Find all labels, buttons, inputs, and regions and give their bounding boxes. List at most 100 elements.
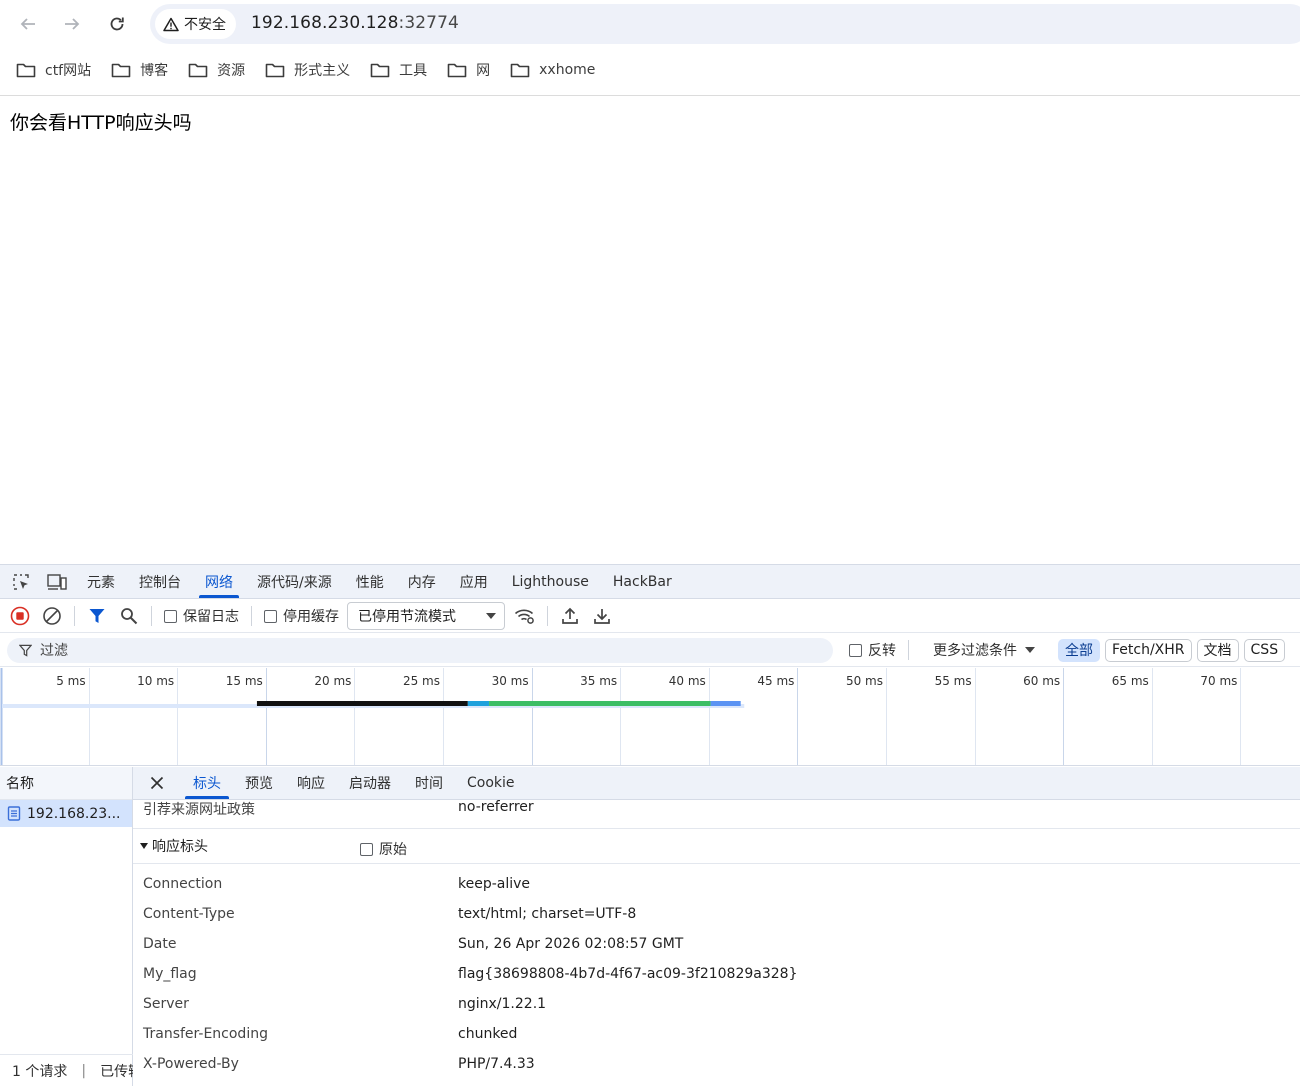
devtools-tab[interactable]: 内存	[396, 565, 448, 599]
folder-icon	[265, 63, 285, 78]
devtools-tab[interactable]: 源代码/来源	[245, 565, 344, 599]
raw-headers-checkbox[interactable]: 原始	[360, 839, 407, 859]
resource-type-filter[interactable]: 文档	[1196, 638, 1239, 662]
tick-label: 10 ms	[137, 674, 174, 688]
filter-toggle-button[interactable]	[81, 600, 113, 632]
stop-recording-button[interactable]	[4, 600, 36, 632]
search-button[interactable]	[113, 600, 145, 632]
response-headers-section[interactable]: 响应标头 原始	[133, 828, 1300, 864]
checkbox-box[interactable]	[164, 609, 177, 623]
search-icon	[121, 608, 138, 625]
tick-label: 70 ms	[1200, 674, 1237, 688]
response-header-value: flag{38698808-4b7d-4f67-ac09-3f210829a32…	[458, 966, 798, 982]
more-filters-label: 更多过滤条件	[933, 643, 1017, 659]
referrer-policy-name: 引荐来源网址政策	[143, 802, 255, 818]
devtools-tab[interactable]: 性能	[344, 565, 396, 599]
response-header-name: My_flag	[143, 966, 197, 982]
bookmark-label: xxhome	[539, 62, 596, 78]
import-har-button[interactable]	[554, 600, 586, 632]
resource-type-filters: 全部 Fetch/XHR 文档 CSS	[1053, 638, 1286, 662]
resource-type-filter[interactable]: CSS	[1243, 638, 1286, 662]
forward-button[interactable]	[57, 9, 87, 39]
filter-funnel-icon	[89, 609, 105, 623]
bookmark-item[interactable]: 资源	[188, 60, 245, 80]
disable-cache-checkbox[interactable]: 停用缓存	[264, 606, 339, 626]
checkbox-box[interactable]	[360, 842, 373, 856]
tick-label: 15 ms	[226, 674, 263, 688]
filter-row: 过滤 反转 更多过滤条件 全部 Fetch/XHR 文档 CSS	[0, 634, 1300, 667]
clear-icon	[43, 607, 61, 625]
throttling-select[interactable]: 已停用节流模式	[347, 602, 505, 630]
inspect-element-button[interactable]	[3, 565, 39, 599]
chrome-divider	[0, 95, 1300, 96]
throttling-value: 已停用节流模式	[358, 609, 456, 625]
back-button[interactable]	[13, 9, 43, 39]
bookmark-item[interactable]: 工具	[370, 60, 427, 80]
detail-tab[interactable]: 响应	[285, 767, 337, 800]
network-conditions-button[interactable]	[509, 600, 541, 632]
warning-triangle-icon	[163, 17, 179, 31]
bookmark-item[interactable]: xxhome	[510, 62, 595, 78]
waterfall-phase	[467, 701, 490, 706]
response-headers-title[interactable]: 响应标头	[139, 836, 208, 856]
devtools-tab[interactable]: 应用	[448, 565, 500, 599]
waterfall-phase	[489, 701, 711, 706]
inspect-cursor-icon	[13, 573, 29, 590]
device-toolbar-button[interactable]	[39, 565, 75, 599]
detail-tab[interactable]: 预览	[233, 767, 285, 800]
bookmark-item[interactable]: 网	[447, 60, 490, 80]
detail-tab[interactable]: 标头	[181, 767, 233, 800]
tick-label: 20 ms	[314, 674, 351, 688]
bookmark-item[interactable]: ctf网站	[16, 60, 91, 80]
more-filters-dropdown[interactable]: 更多过滤条件	[933, 640, 1035, 660]
request-row[interactable]: 192.168.23...	[0, 800, 132, 827]
network-overview: 5 ms 10 ms 15 ms 20 ms 25 ms 30 ms 35 ms 40 ms 4…	[0, 668, 1300, 766]
bookmark-label: 工具	[399, 63, 428, 79]
arrow-right-icon	[65, 18, 80, 30]
devtools-tab[interactable]: 元素	[75, 565, 127, 599]
upload-icon	[562, 607, 578, 624]
detail-tab[interactable]: 启动器	[337, 767, 403, 800]
resource-type-filter[interactable]: 全部	[1058, 638, 1100, 662]
disable-cache-label: 停用缓存	[283, 609, 339, 625]
record-icon	[10, 606, 30, 626]
response-header-name: X-Powered-By	[143, 1056, 239, 1072]
clear-button[interactable]	[36, 600, 68, 632]
preserve-log-checkbox[interactable]: 保留日志	[164, 606, 239, 626]
device-toggle-icon	[47, 573, 67, 590]
devtools-tab[interactable]: 控制台	[127, 565, 193, 599]
devtools-tab[interactable]: 网络	[193, 565, 245, 599]
bookmark-item[interactable]: 形式主义	[265, 60, 350, 80]
name-column-header[interactable]: 名称	[0, 767, 132, 800]
detail-tab[interactable]: 时间	[403, 767, 455, 800]
tick-label: 35 ms	[580, 674, 617, 688]
checkbox-box[interactable]	[849, 643, 862, 657]
invert-checkbox[interactable]: 反转	[849, 640, 896, 660]
tick-label: 25 ms	[403, 674, 440, 688]
response-header-value: keep-alive	[458, 876, 531, 892]
triangle-down-icon	[140, 843, 148, 849]
folder-icon	[370, 63, 390, 78]
resource-type-filter[interactable]: Fetch/XHR	[1105, 638, 1192, 662]
bookmark-item[interactable]: 博客	[111, 60, 168, 80]
security-label: 不安全	[184, 17, 226, 33]
reload-button[interactable]	[102, 9, 132, 39]
response-header-name: Connection	[143, 876, 223, 892]
caret-down-icon	[486, 613, 496, 619]
detail-tab[interactable]: Cookie	[455, 767, 527, 800]
bookmark-label: 网	[476, 63, 491, 79]
headers-content: 引荐来源网址政策 no-referrer 响应标头 原始 Connection k…	[133, 799, 1300, 1086]
requests-panel: 名称 192.168.23... 1 个请求 | 已传输	[0, 767, 133, 1086]
response-header-value: nginx/1.22.1	[458, 996, 547, 1012]
security-chip[interactable]: 不安全	[155, 9, 236, 39]
devtools-tab[interactable]: HackBar	[601, 565, 684, 599]
checkbox-box[interactable]	[264, 609, 277, 623]
filter-input[interactable]: 过滤	[7, 637, 833, 663]
devtools-tab[interactable]: Lighthouse	[500, 565, 601, 599]
url-text[interactable]: 192.168.230.128:32774	[251, 13, 459, 33]
address-bar[interactable]: 不安全 192.168.230.128:32774	[150, 4, 1300, 44]
url-port: :32774	[398, 13, 459, 33]
export-har-button[interactable]	[586, 600, 618, 632]
close-detail-button[interactable]	[133, 767, 181, 800]
waterfall-phase	[256, 701, 468, 706]
